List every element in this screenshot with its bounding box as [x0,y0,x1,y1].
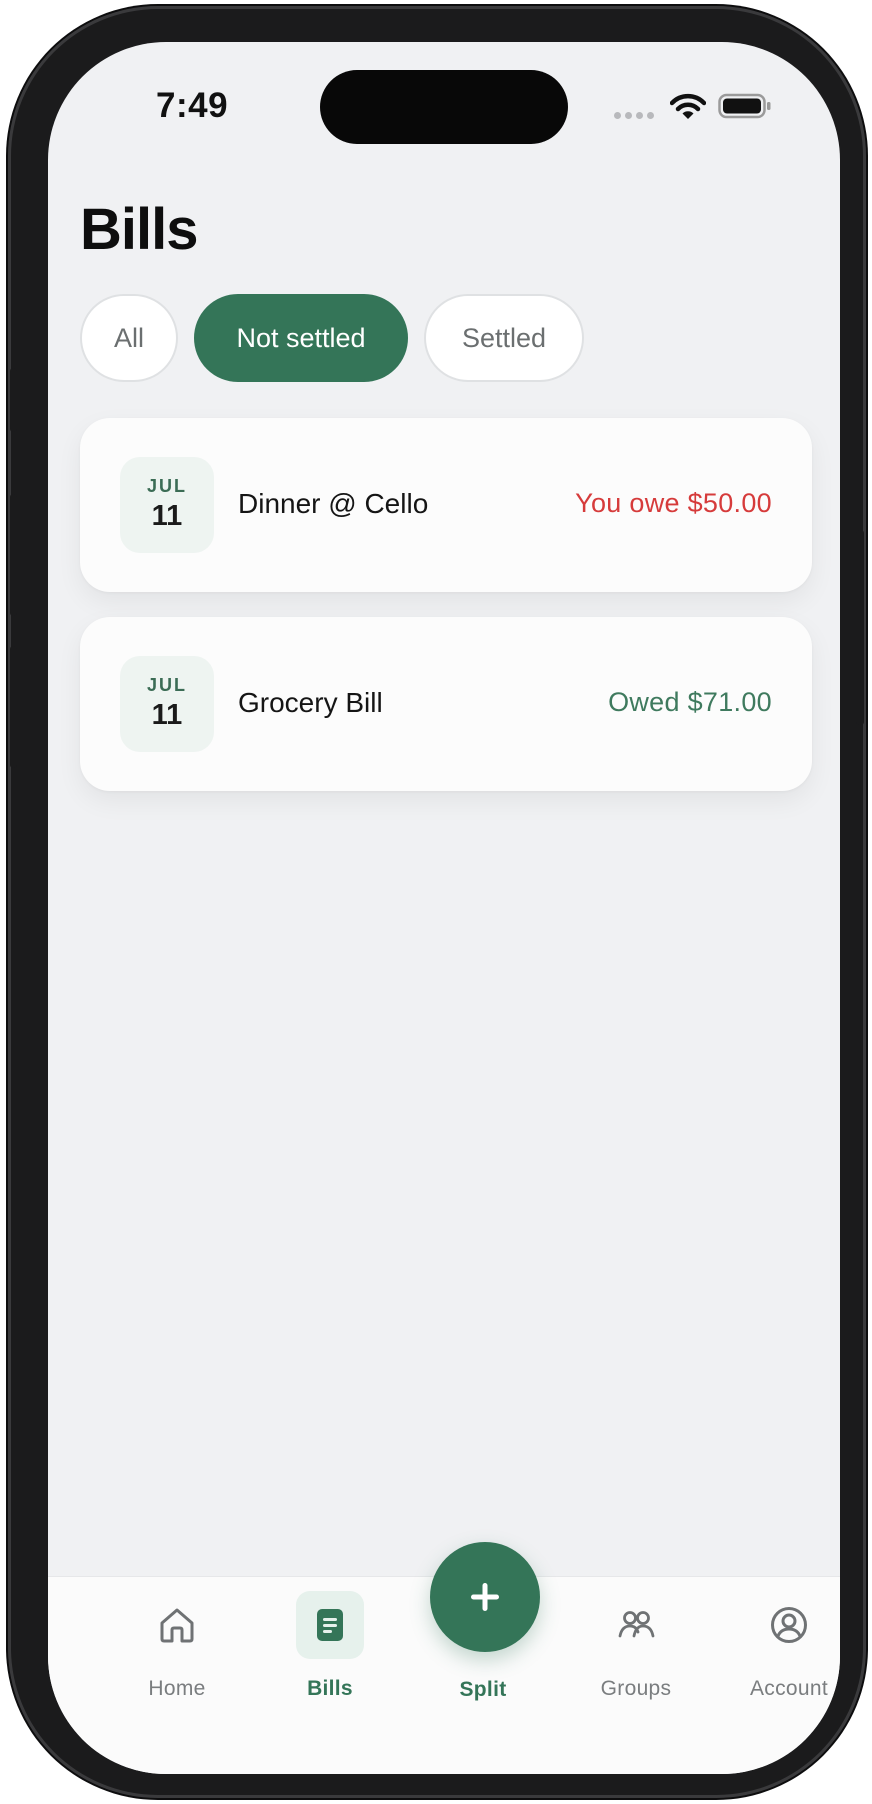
date-day: 11 [151,500,183,532]
action-button [10,368,17,432]
bill-card[interactable]: JUL 11 Grocery Bill Owed $71.00 [80,617,812,791]
tab-home-label: Home [148,1677,206,1700]
users-icon [602,1591,670,1659]
phone-frame: 7:49 Bills All Not settled Settled JUL 1… [8,6,866,1798]
bill-list: JUL 11 Dinner @ Cello You owe $50.00 JUL… [80,418,812,816]
signal-icon [614,112,654,119]
date-day: 11 [151,699,183,731]
date-month: JUL [146,476,187,496]
app-screen: 7:49 Bills All Not settled Settled JUL 1… [48,42,840,1774]
date-tile: JUL 11 [120,457,214,553]
date-month: JUL [146,675,187,695]
bill-amount: Owed $71.00 [608,687,772,717]
user-circle-icon [755,1591,823,1659]
volume-down-button [10,646,17,768]
bill-amount: You owe $50.00 [575,488,772,518]
tab-groups-label: Groups [600,1677,672,1700]
filter-not-settled-chip[interactable]: Not settled [194,294,408,382]
split-button[interactable] [430,1542,540,1652]
filter-all-chip[interactable]: All [80,294,178,382]
tab-account-label: Account [750,1677,828,1700]
tab-bills-label: Bills [307,1677,353,1700]
volume-up-button [10,494,17,616]
receipt-icon [296,1591,364,1659]
date-tile: JUL 11 [120,656,214,752]
tab-account[interactable]: Account [714,1577,840,1727]
tab-bills[interactable]: Bills [255,1577,405,1727]
bill-card[interactable]: JUL 11 Dinner @ Cello You owe $50.00 [80,418,812,592]
dynamic-island [320,70,568,144]
filter-settled-chip[interactable]: Settled [424,294,584,382]
status-time: 7:49 [156,86,229,125]
wifi-icon [670,93,706,119]
bill-name: Dinner @ Cello [238,488,429,519]
tab-split-label[interactable]: Split [408,1678,558,1702]
plus-icon [471,1583,499,1611]
tab-groups[interactable]: Groups [561,1577,711,1727]
battery-icon [718,93,771,119]
filter-chips: All Not settled Settled [80,294,584,382]
bill-name: Grocery Bill [238,687,383,718]
page-title: Bills [80,197,198,262]
power-button [856,530,864,725]
home-icon [143,1591,211,1659]
tab-home[interactable]: Home [102,1577,252,1727]
